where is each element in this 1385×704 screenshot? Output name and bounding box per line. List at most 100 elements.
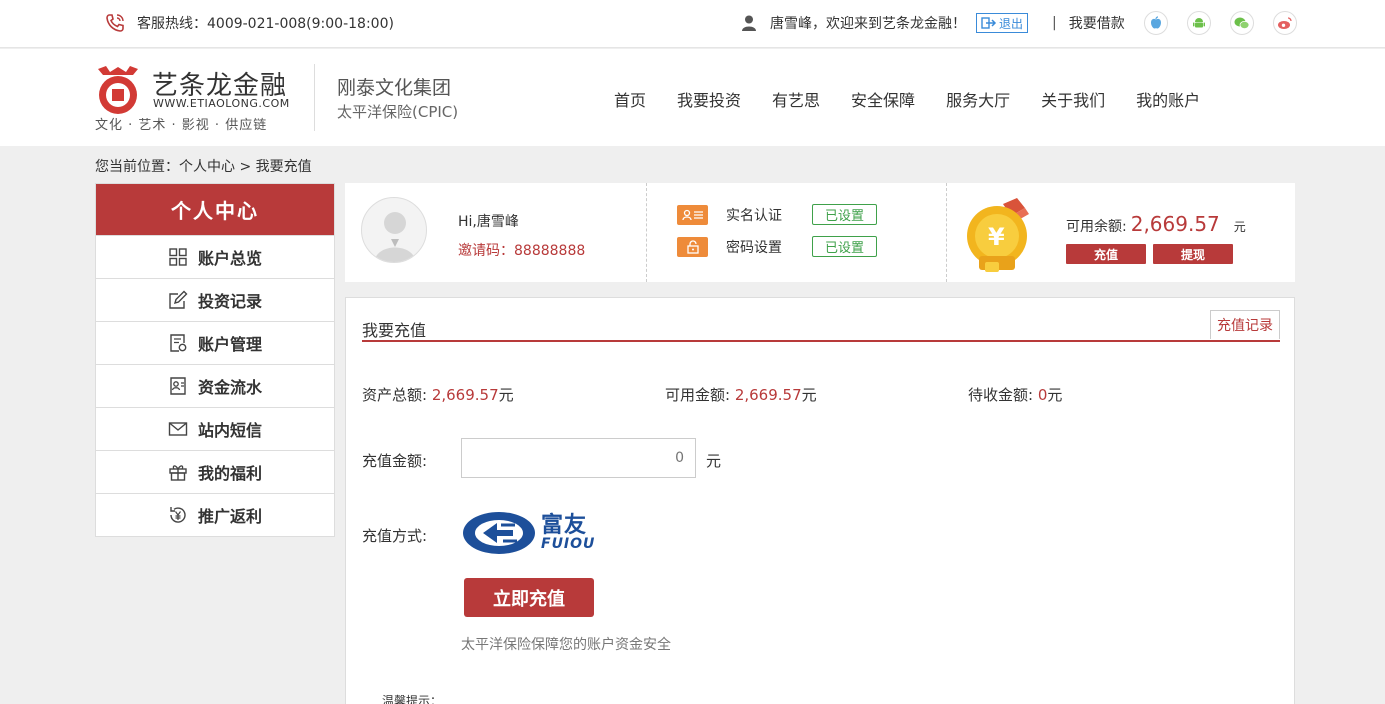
nav-home[interactable]: 首页 [614, 87, 646, 111]
sidebar-item-overview[interactable]: 账户总览 [96, 235, 334, 278]
logo-tagline: 文化 · 艺术 · 影视 · 供应链 [95, 118, 268, 133]
insurance-note: 太平洋保险保障您的账户资金安全 [461, 637, 671, 653]
nav-service[interactable]: 服务大厅 [946, 87, 1010, 111]
profile-card: Hi,唐雪峰 邀请码：88888888 实名认证 已设置 密码设置 已设置 ¥ … [345, 183, 1295, 282]
stat-unit: 元 [801, 386, 817, 404]
sidebar: 个人中心 账户总览 投资记录 账户管理 资金流水 站内短信 我的福利 推广返利 [95, 183, 335, 537]
recharge-panel: 我要充值 充值记录 资产总额: 2,669.57元 可用金额: 2,669.57… [345, 297, 1295, 704]
phone-icon [106, 14, 124, 32]
gift-icon [169, 465, 187, 481]
security-row-identity: 实名认证 已设置 [677, 204, 877, 225]
funds-flow-icon [170, 377, 186, 395]
mail-icon [168, 422, 188, 436]
recharge-now-button[interactable]: 立即充值 [464, 578, 594, 617]
stat-label: 待收金额: [968, 386, 1038, 404]
sidebar-item-account-manage[interactable]: 账户管理 [96, 321, 334, 364]
rebate-icon [170, 507, 186, 523]
breadcrumb: 您当前位置：个人中心 > 我要充值 [95, 159, 312, 175]
fuiou-logo-icon [463, 512, 535, 554]
nav-my-account[interactable]: 我的账户 [1136, 87, 1200, 111]
stat-pending: 待收金额: 0元 [968, 384, 1062, 405]
sidebar-item-invest-records[interactable]: 投资记录 [96, 278, 334, 321]
sidebar-item-label: 账户总览 [197, 249, 262, 268]
status-badge: 已设置 [812, 236, 877, 257]
sidebar-item-funds-flow[interactable]: 资金流水 [96, 364, 334, 407]
edit-icon [169, 290, 188, 309]
sidebar-item-label: 账户管理 [197, 335, 262, 354]
site-logo[interactable]: 艺条龙金融 WWW.ETIAOLONG.COM 文化 · 艺术 · 影视 · 供… [95, 65, 295, 135]
nav-invest[interactable]: 我要投资 [677, 87, 741, 111]
user-icon [742, 15, 756, 31]
stat-label: 可用金额: [665, 386, 735, 404]
stat-value: 2,669.57 [431, 386, 499, 404]
balance-unit: 元 [1233, 220, 1246, 234]
stat-available: 可用金额: 2,669.57元 [665, 384, 817, 405]
sidebar-title: 个人中心 [96, 184, 334, 235]
weibo-icon[interactable] [1272, 11, 1297, 35]
logo-url: WWW.ETIAOLONG.COM [153, 97, 290, 110]
nav-about[interactable]: 关于我们 [1041, 87, 1105, 111]
stat-unit: 元 [498, 386, 514, 404]
logo-mark-icon [98, 66, 138, 114]
sidebar-item-label: 站内短信 [197, 421, 262, 440]
lock-icon [677, 236, 708, 257]
grid-icon [169, 248, 187, 266]
partner-cpic: 太平洋保险(CPIC) [337, 103, 459, 121]
hotline-text: 客服热线：4009-021-008(9:00-18:00) [137, 16, 394, 32]
title-underline [362, 340, 1280, 342]
stat-unit: 元 [1047, 386, 1063, 404]
welcome-text: 唐雪峰，欢迎来到艺条龙金融！ [770, 16, 966, 32]
withdraw-button[interactable]: 提现 [1153, 244, 1233, 264]
sidebar-item-label: 我的福利 [197, 464, 262, 483]
gold-medal-icon: ¥ [967, 198, 1029, 272]
amount-unit: 元 [706, 452, 722, 470]
balance-label: 可用余额: [1066, 219, 1127, 235]
logout-button[interactable]: 退出 [976, 13, 1029, 33]
profile-divider [646, 183, 647, 282]
header-divider [314, 64, 315, 131]
method-label: 充值方式: [362, 527, 428, 545]
invite-code: 邀请码：88888888 [458, 243, 586, 259]
sidebar-item-rebate[interactable]: 推广返利 [96, 493, 334, 536]
borrow-link[interactable]: 我要借款 [1069, 13, 1125, 33]
top-bar: 客服热线：4009-021-008(9:00-18:00) 唐雪峰，欢迎来到艺条… [0, 0, 1385, 48]
stat-value: 2,669.57 [734, 386, 802, 404]
nav-yiyisi[interactable]: 有艺思 [772, 87, 820, 111]
profile-divider [946, 183, 947, 282]
panel-title: 我要充值 [362, 321, 427, 340]
account-settings-icon [170, 334, 187, 352]
balance-area: 可用余额: 2,669.57 元 [1066, 212, 1246, 236]
security-row-password: 密码设置 已设置 [677, 236, 877, 257]
tips-label: 温馨提示： [382, 694, 443, 704]
nav-security[interactable]: 安全保障 [851, 87, 915, 111]
fuiou-name-cn: 富友 [541, 513, 588, 538]
partner-gangtai: 刚泰文化集团 [337, 77, 452, 99]
security-label: 实名认证 [726, 207, 782, 224]
stat-value: 0 [1037, 386, 1048, 404]
main-nav: 首页 我要投资 有艺思 安全保障 服务大厅 关于我们 我的账户 [614, 87, 1231, 111]
status-badge: 已设置 [812, 204, 877, 225]
logout-icon [981, 17, 997, 29]
amount-input[interactable] [461, 438, 696, 478]
sidebar-item-messages[interactable]: 站内短信 [96, 407, 334, 450]
stat-total-assets: 资产总额: 2,669.57元 [362, 384, 514, 405]
sidebar-item-welfare[interactable]: 我的福利 [96, 450, 334, 493]
android-icon[interactable] [1186, 11, 1211, 35]
id-card-icon [677, 204, 708, 225]
wechat-icon[interactable] [1229, 11, 1254, 35]
svg-text:¥: ¥ [988, 223, 1005, 251]
greeting: Hi,唐雪峰 [458, 214, 519, 230]
security-label: 密码设置 [726, 239, 782, 256]
hotline: 客服热线：4009-021-008(9:00-18:00) [105, 13, 394, 33]
recharge-button[interactable]: 充值 [1066, 244, 1146, 264]
balance-value: 2,669.57 [1130, 212, 1220, 236]
sidebar-item-label: 资金流水 [197, 378, 262, 397]
avatar-placeholder-icon [374, 212, 416, 262]
sidebar-item-label: 投资记录 [197, 292, 262, 311]
apple-icon[interactable] [1143, 11, 1168, 35]
fuiou-payment-option[interactable]: 富友 FUIOU [463, 511, 595, 555]
stat-label: 资产总额: [362, 386, 432, 404]
amount-label: 充值金额: [362, 452, 428, 470]
recharge-records-tab[interactable]: 充值记录 [1210, 310, 1280, 339]
fuiou-text: 富友 FUIOU [541, 513, 595, 552]
